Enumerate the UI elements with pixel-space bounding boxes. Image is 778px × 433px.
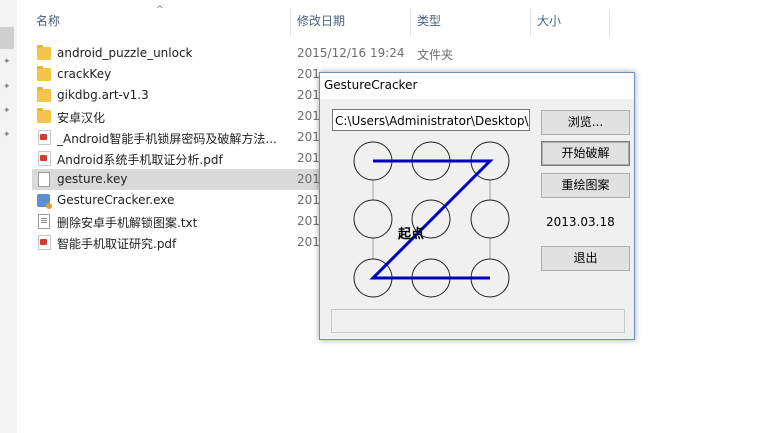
- column-date-header[interactable]: 修改日期: [297, 12, 345, 29]
- column-name-header[interactable]: 名称: [36, 12, 60, 29]
- column-divider[interactable]: [530, 9, 531, 37]
- column-divider[interactable]: [410, 9, 411, 37]
- file-name: 删除安卓手机解锁图案.txt: [57, 216, 198, 230]
- file-date: 201: [297, 193, 320, 207]
- pin-icon: ✦: [3, 106, 11, 116]
- file-date: 201: [297, 172, 320, 186]
- file-name: _Android智能手机锁屏密码及破解方法...: [57, 132, 277, 146]
- file-date: 201: [297, 109, 320, 123]
- column-type-header[interactable]: 类型: [417, 12, 441, 29]
- file-type: 文件夹: [417, 48, 454, 62]
- folder-icon: [37, 45, 51, 60]
- pattern-canvas[interactable]: 起点: [344, 135, 524, 315]
- pdf-icon: [38, 151, 51, 166]
- path-field[interactable]: [332, 109, 530, 131]
- file-name: 安卓汉化: [57, 111, 106, 125]
- start-crack-button[interactable]: 开始破解: [541, 141, 630, 166]
- window-title: GestureCracker: [324, 78, 418, 92]
- file-name: crackKey: [57, 67, 112, 81]
- pattern-start-label: 起点: [398, 227, 425, 242]
- exit-button[interactable]: 退出: [541, 246, 630, 271]
- file-date: 201: [297, 130, 320, 144]
- column-divider[interactable]: [609, 9, 610, 37]
- pattern-node[interactable]: [470, 199, 510, 239]
- file-date: 2015/12/16 19:24: [297, 46, 405, 60]
- file-name: android_puzzle_unlock: [57, 46, 193, 60]
- file-name: gesture.key: [57, 172, 128, 186]
- browse-button[interactable]: 浏览...: [541, 110, 630, 135]
- pdf-icon: [38, 130, 51, 145]
- column-size-header[interactable]: 大小: [537, 12, 561, 29]
- folder-icon: [37, 108, 51, 123]
- file-name: gikdbg.art-v1.3: [57, 88, 149, 102]
- txt-icon: [38, 214, 50, 229]
- pattern-node[interactable]: [353, 199, 393, 239]
- pin-icon: ✦: [3, 82, 11, 92]
- navigation-pane[interactable]: ✦ ✦ ✦ ✦: [0, 0, 17, 433]
- version-date: 2013.03.18: [546, 215, 615, 229]
- folder-icon: [37, 87, 51, 102]
- pattern-grid[interactable]: [344, 135, 524, 315]
- file-date: 201: [297, 235, 320, 249]
- redraw-pattern-button[interactable]: 重绘图案: [541, 173, 630, 198]
- pdf-icon: [38, 235, 51, 250]
- file-date: 201: [297, 214, 320, 228]
- file-date: 201: [297, 151, 320, 165]
- file-row-selected[interactable]: gesture.key 201: [32, 169, 332, 190]
- file-row[interactable]: android_puzzle_unlock 2015/12/16 19:24 文…: [32, 43, 453, 64]
- path-input[interactable]: [333, 110, 529, 130]
- file-date: 201: [297, 88, 320, 102]
- nav-selected-item[interactable]: [0, 27, 14, 49]
- window-titlebar[interactable]: GestureCracker: [320, 73, 634, 99]
- pin-icon: ✦: [3, 130, 11, 140]
- sort-ascending-icon: ^: [156, 5, 164, 15]
- file-date: 201: [297, 67, 320, 81]
- file-name: Android系统手机取证分析.pdf: [57, 153, 223, 167]
- pin-icon: ✦: [3, 57, 11, 67]
- column-divider[interactable]: [290, 9, 291, 37]
- exe-icon: [37, 194, 52, 209]
- gesturecracker-window[interactable]: GestureCracker 浏览... 开始破解 重绘图案 2013.03.1…: [319, 72, 635, 340]
- file-icon: [38, 172, 50, 187]
- file-name: 智能手机取证研究.pdf: [57, 237, 177, 251]
- folder-icon: [37, 66, 51, 81]
- status-bar: [331, 309, 625, 333]
- file-name: GestureCracker.exe: [57, 193, 175, 207]
